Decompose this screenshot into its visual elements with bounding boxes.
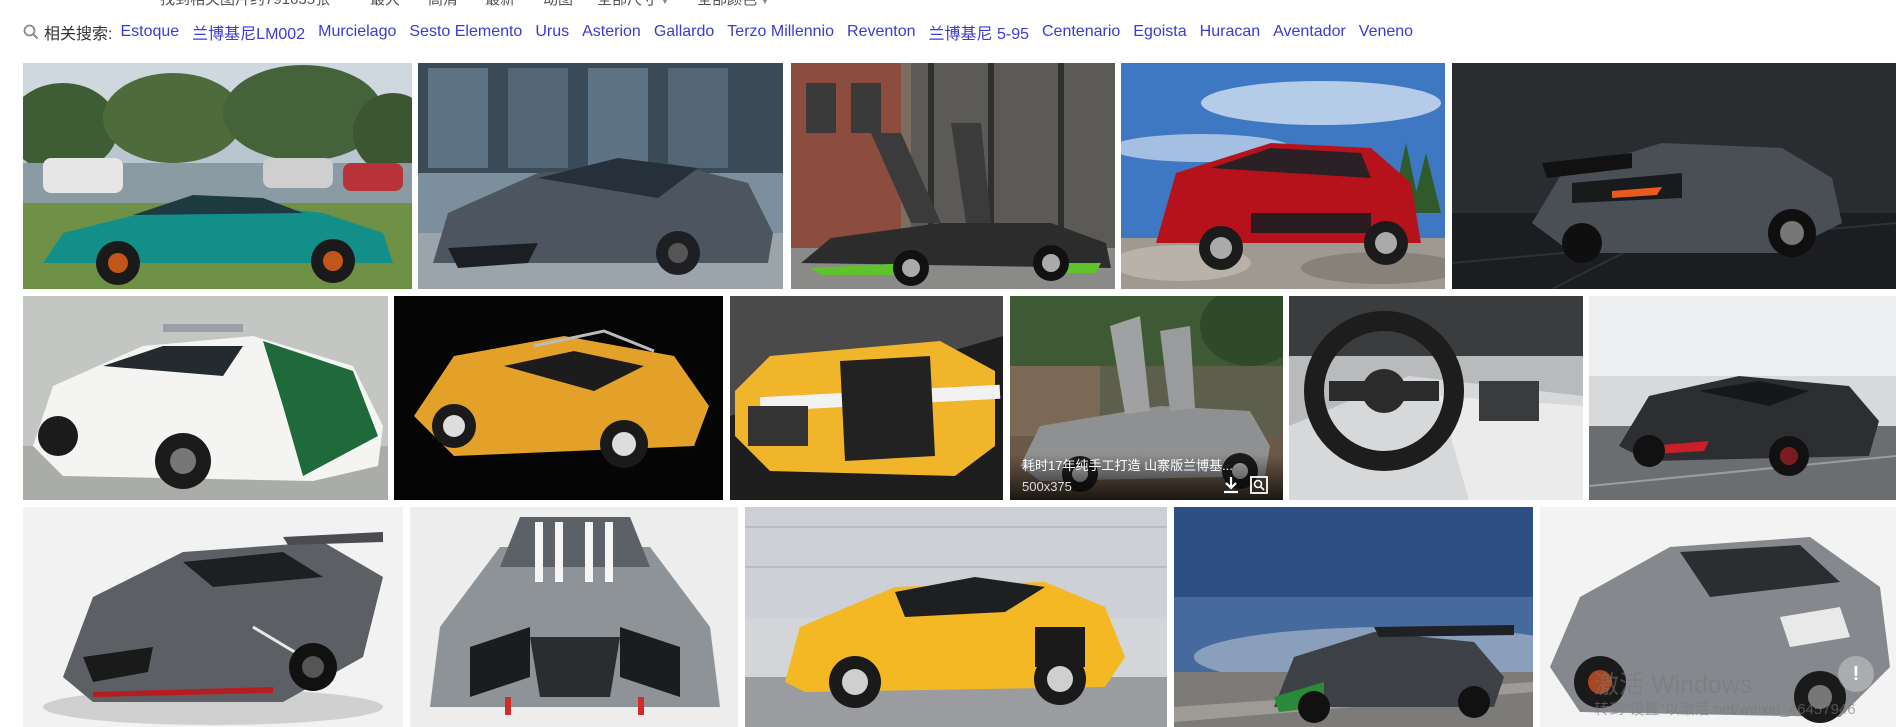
filter-size-dropdown[interactable]: 全部尺寸▼ <box>597 0 670 9</box>
image-result-terzo-millennio-front[interactable] <box>410 507 738 727</box>
filter-color-dropdown[interactable]: 全部颜色▼ <box>697 0 770 9</box>
related-link-sesto-elemento[interactable]: Sesto Elemento <box>409 23 522 41</box>
feedback-button[interactable]: ! <box>1838 656 1874 692</box>
related-link-urus[interactable]: Urus <box>535 23 569 41</box>
image-result-silver-concept[interactable] <box>1540 507 1896 727</box>
image-result-veneno-front[interactable] <box>23 507 403 727</box>
chevron-down-icon: ▼ <box>660 0 670 7</box>
related-link-egoista[interactable]: Egoista <box>1133 23 1186 41</box>
related-link-asterion[interactable]: Asterion <box>582 23 641 41</box>
result-count: 找到相关图片约791635张 <box>160 0 330 9</box>
related-link-murcielago[interactable]: Murcielago <box>318 23 396 41</box>
download-icon[interactable] <box>1221 475 1241 495</box>
image-result-yellow-top-view[interactable] <box>730 296 1003 500</box>
related-link-lm002[interactable]: 兰博基尼LM002 <box>192 20 305 44</box>
related-link-reventon[interactable]: Reventon <box>847 23 916 41</box>
related-link-gallardo[interactable]: Gallardo <box>654 23 714 41</box>
related-link-centenario[interactable]: Centenario <box>1042 23 1120 41</box>
filter-animated[interactable]: 动图 <box>543 0 573 9</box>
image-result-red-urus[interactable] <box>1121 63 1445 289</box>
image-hover-title: 耗时17年纯手工打造 山寨版兰博基... <box>1022 458 1233 473</box>
filter-newest[interactable]: 最新 <box>485 0 515 9</box>
search-icon <box>22 23 40 41</box>
image-result-yellow-gallardo[interactable] <box>745 507 1167 727</box>
image-result-yellow-spyder-black[interactable] <box>394 296 723 500</box>
related-link-aventador[interactable]: Aventador <box>1273 23 1346 41</box>
related-link-terzo-millennio[interactable]: Terzo Millennio <box>727 23 834 41</box>
filter-largest[interactable]: 最大 <box>370 0 400 9</box>
image-result-teal-aventador[interactable] <box>23 63 412 289</box>
chevron-down-icon: ▼ <box>760 0 770 7</box>
image-result-murcielago-doors-up[interactable] <box>791 63 1115 289</box>
filter-size-label: 全部尺寸 <box>597 0 657 8</box>
image-hover-size: 500x375 <box>1022 479 1072 494</box>
image-result-countach-replica[interactable]: 耗时17年纯手工打造 山寨版兰博基... 500x375 <box>1010 296 1283 500</box>
similar-images-icon[interactable] <box>1249 475 1269 495</box>
related-link-huracan[interactable]: Huracan <box>1200 23 1260 41</box>
image-result-veneno-rear-track[interactable] <box>1174 507 1533 727</box>
image-result-police-aventador[interactable] <box>23 296 388 500</box>
filter-hd[interactable]: 高清 <box>428 0 458 9</box>
image-result-dark-concept-road[interactable] <box>1589 296 1896 500</box>
image-result-grey-reventon[interactable] <box>418 63 783 289</box>
related-link-veneno[interactable]: Veneno <box>1359 23 1413 41</box>
related-searches-label: 相关搜索: <box>44 26 113 43</box>
related-link-estoque[interactable]: Estoque <box>120 23 179 41</box>
filter-color-label: 全部颜色 <box>697 0 757 8</box>
related-searches: 相关搜索: Estoque 兰博基尼LM002 Murcielago Sesto… <box>22 20 1426 44</box>
related-link-5-95[interactable]: 兰博基尼 5-95 <box>929 20 1029 44</box>
image-result-dark-concept-rear[interactable] <box>1452 63 1896 289</box>
image-search-page: 找到相关图片约791635张 最大 高清 最新 动图 全部尺寸▼ 全部颜色▼ 相… <box>0 0 1896 727</box>
image-result-interior-wheel[interactable] <box>1289 296 1583 500</box>
